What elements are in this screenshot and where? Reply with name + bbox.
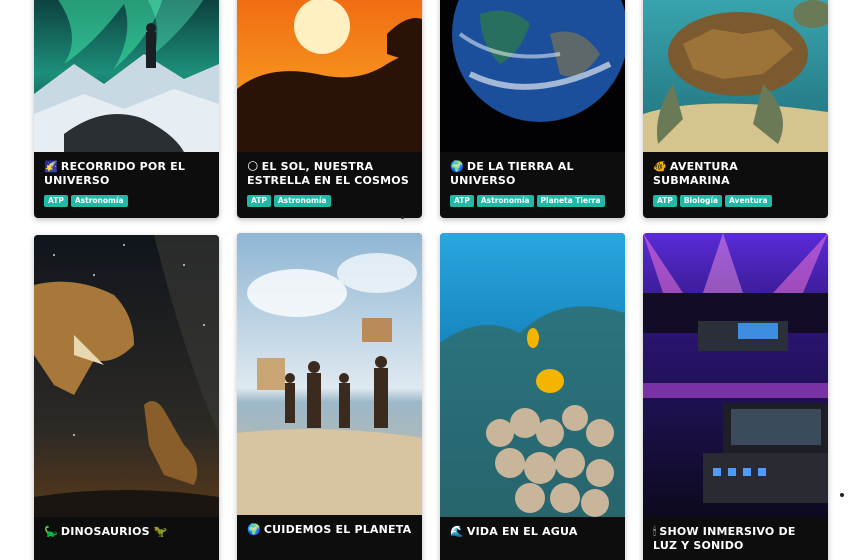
- tag-atp: ATP: [247, 195, 271, 207]
- tag-atp: ATP: [450, 195, 474, 207]
- globe-icon: 🌍: [247, 523, 261, 536]
- card-cuidemos-planeta[interactable]: 🌍 CUIDEMOS EL PLANETA: [237, 233, 422, 560]
- tag-planeta-tierra: Planeta Tierra: [536, 195, 605, 207]
- carousel-dot: [840, 493, 844, 497]
- card-recorrido-universo[interactable]: 🌠 RECORRIDO POR EL UNIVERSO ATP Astronomí…: [34, 0, 219, 218]
- card-title: 🌍 DE LA TIERRA AL UNIVERSO: [450, 160, 574, 187]
- tag-astronomia: Astronomía: [476, 195, 534, 207]
- tag-astronomia: Astronomía: [70, 195, 128, 207]
- fish-icon: 🐠: [653, 160, 667, 173]
- globe-icon: 🌍: [450, 160, 464, 173]
- card-vida-agua[interactable]: 🌊 VIDA EN EL AGUA: [440, 233, 625, 560]
- card-el-sol[interactable]: 🌕 EL SOL, NUESTRA ESTRELLA EN EL COSMOS A…: [237, 0, 422, 218]
- card-title: 🌕 EL SOL, NUESTRA ESTRELLA EN EL COSMOS: [247, 160, 409, 187]
- card-tags: ATP Biología Aventura: [653, 195, 818, 207]
- card-tags: ATP Astronomía: [247, 195, 412, 207]
- sunset-hand-image: [237, 0, 422, 152]
- earth-from-space-image: [440, 0, 625, 152]
- card-title: 🌍 CUIDEMOS EL PLANETA: [247, 523, 412, 536]
- card-title: 🌊 VIDA EN EL AGUA: [450, 525, 578, 538]
- wave-icon: 🌊: [450, 525, 464, 538]
- t-rex-icon: 🦖: [153, 525, 168, 538]
- tag-biologia: Biología: [679, 195, 723, 207]
- activity-card-grid: 🌠 RECORRIDO POR EL UNIVERSO ATP Astronomí…: [0, 0, 850, 560]
- card-title: 🐠 AVENTURA SUBMARINA: [653, 160, 738, 187]
- card-aventura-submarina[interactable]: 🐠 AVENTURA SUBMARINA ATP Biología Aventur…: [643, 0, 828, 218]
- coral-reef-image: [440, 233, 625, 517]
- card-title: 🕯 SHOW INMERSIVO DE LUZ Y SONIDO: [653, 525, 796, 552]
- sauropod-icon: 🦕: [44, 525, 58, 538]
- kids-save-earth-image: [237, 233, 422, 515]
- carousel-dot: [401, 216, 404, 219]
- tag-atp: ATP: [44, 195, 68, 207]
- card-show-inmersivo[interactable]: 🕯 SHOW INMERSIVO DE LUZ Y SONIDO: [643, 233, 828, 560]
- shooting-star-icon: 🌠: [44, 160, 58, 173]
- card-tags: ATP Astronomía Planeta Tierra: [450, 195, 615, 207]
- candle-icon: 🕯: [653, 525, 657, 538]
- card-dinosaurios[interactable]: 🦕 DINOSAURIOS 🦖: [34, 235, 219, 560]
- dinosaurs-night-image: [34, 235, 219, 517]
- card-title: 🌠 RECORRIDO POR EL UNIVERSO: [44, 160, 186, 187]
- card-tierra-universo[interactable]: 🌍 DE LA TIERRA AL UNIVERSO ATP Astronomía…: [440, 0, 625, 218]
- tag-astronomia: Astronomía: [273, 195, 331, 207]
- tag-atp: ATP: [653, 195, 677, 207]
- tag-aventura: Aventura: [725, 195, 772, 207]
- moon-icon: 🌕: [247, 160, 259, 173]
- card-tags: ATP Astronomía: [44, 195, 209, 207]
- aurora-hiker-image: [34, 0, 219, 152]
- light-show-console-image: [643, 233, 828, 517]
- card-title: 🦕 DINOSAURIOS 🦖: [44, 525, 168, 538]
- sea-turtle-image: [643, 0, 828, 152]
